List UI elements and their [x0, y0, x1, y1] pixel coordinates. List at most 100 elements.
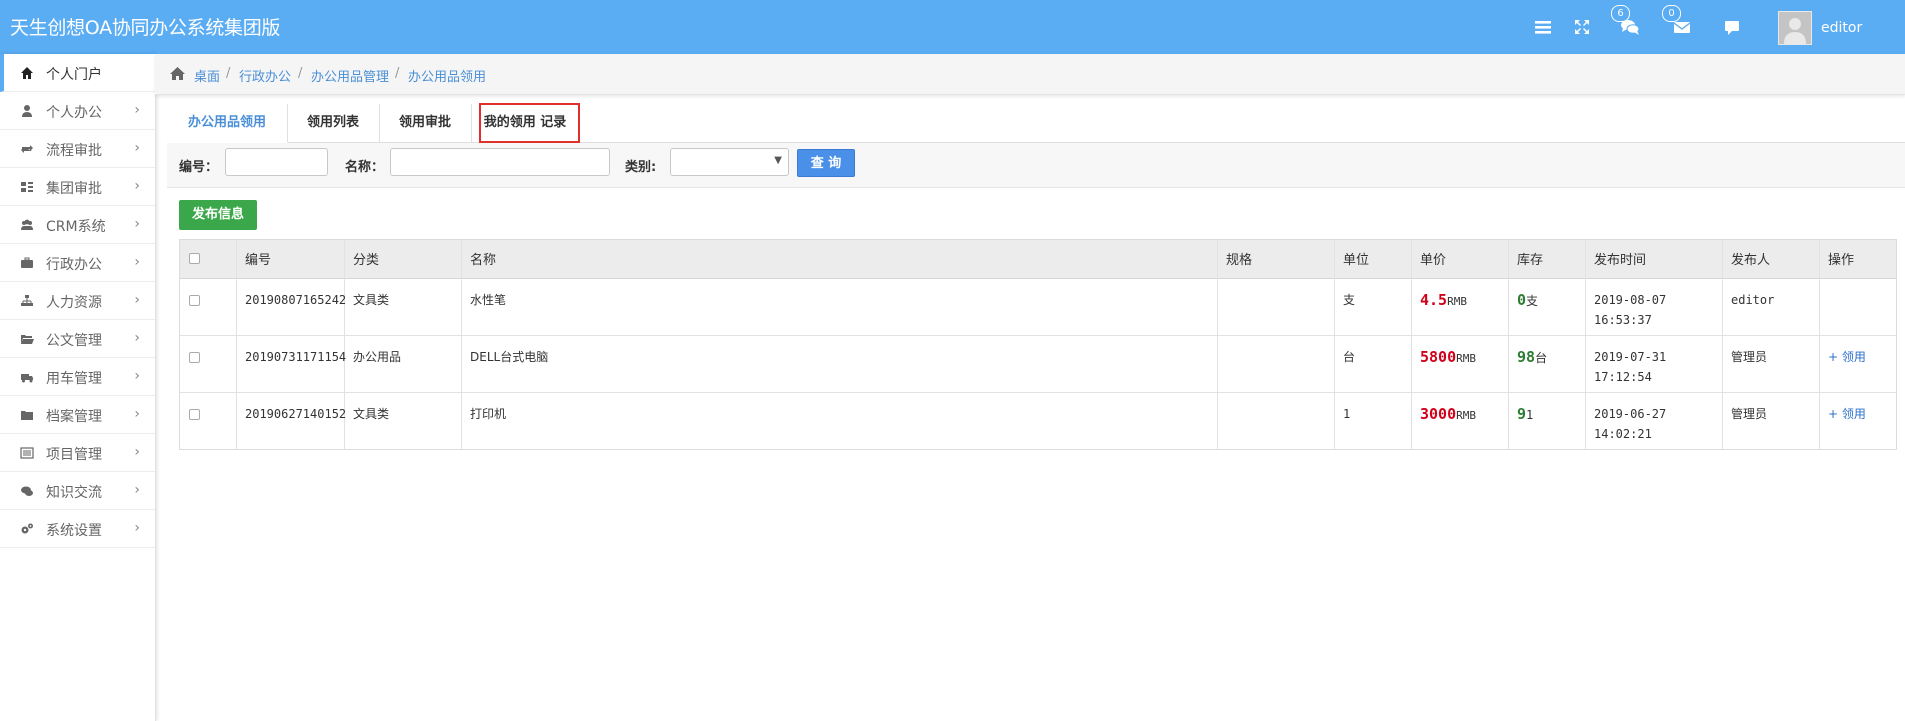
sidebar: 个人门户 个人办公 › 流程审批 › 集团审批 › CRM系统 › 行政办公 ›	[0, 54, 156, 721]
sidebar-item-group-approval[interactable]: 集团审批 ›	[0, 168, 155, 206]
tab-requisition-approval[interactable]: 领用审批	[379, 104, 472, 142]
fullscreen-icon[interactable]	[1571, 16, 1593, 38]
header-publisher: 发布人	[1723, 240, 1820, 279]
header-action: 操作	[1820, 240, 1896, 279]
sidebar-item-archives[interactable]: 档案管理 ›	[0, 396, 155, 434]
sidebar-item-workflow[interactable]: 流程审批 ›	[0, 130, 155, 168]
category-select[interactable]: ▼	[670, 148, 789, 176]
breadcrumb-admin-office[interactable]: 行政办公	[239, 66, 291, 85]
mail-badge: 0	[1662, 5, 1681, 22]
avatar[interactable]	[1778, 11, 1812, 45]
row-checkbox-cell	[180, 393, 237, 449]
tab-supplies-requisition[interactable]: 办公用品领用	[167, 104, 288, 143]
cell-publish-time: 2019-08-07 16:53:37	[1586, 279, 1723, 335]
header-name: 名称	[462, 240, 1218, 279]
name-input[interactable]	[390, 148, 610, 176]
publish-button[interactable]: 发布信息	[179, 200, 257, 230]
cell-spec	[1218, 279, 1335, 335]
cell-price: 5800RMB	[1412, 336, 1509, 392]
tab-requisition-list[interactable]: 领用列表	[287, 104, 380, 142]
list-icon	[20, 447, 34, 459]
stock-unit: 1	[1526, 408, 1534, 422]
header-price: 单价	[1412, 240, 1509, 279]
requisition-link[interactable]: + 领用	[1828, 350, 1866, 364]
sidebar-item-label: 流程审批	[46, 143, 102, 159]
breadcrumb-supplies-requisition[interactable]: 办公用品领用	[408, 66, 486, 85]
chevron-right-icon: ›	[134, 178, 140, 194]
category-label: 类别:	[625, 160, 657, 175]
chevron-right-icon: ›	[134, 216, 140, 232]
cell-publisher: 管理员	[1723, 393, 1820, 449]
cell-code: 20190627140152	[237, 393, 346, 449]
grid-icon	[21, 182, 33, 192]
publish-clock: 14:02:21	[1594, 427, 1652, 441]
header-unit: 单位	[1335, 240, 1412, 279]
sidebar-item-vehicles[interactable]: 用车管理 ›	[0, 358, 155, 396]
chevron-right-icon: ›	[134, 406, 140, 422]
cell-action: + 领用	[1820, 393, 1896, 449]
cell-code: 20190807165242	[237, 279, 346, 335]
sidebar-item-personal-office[interactable]: 个人办公 ›	[0, 92, 155, 130]
sidebar-item-knowledge[interactable]: 知识交流 ›	[0, 472, 155, 510]
cell-spec	[1218, 336, 1335, 392]
price-value: 3000	[1420, 405, 1457, 423]
stock-value: 0	[1517, 291, 1527, 309]
sidebar-item-label: 用车管理	[46, 371, 102, 387]
publish-clock: 16:53:37	[1594, 313, 1652, 327]
cell-name: 打印机	[462, 393, 1218, 449]
chevron-right-icon: ›	[134, 444, 140, 460]
row-checkbox[interactable]	[189, 352, 200, 363]
stock-unit: 台	[1535, 351, 1548, 365]
app-root: 天生创想OA协同办公系统集团版 6 0 editor 个人门户 个人办公 › 流…	[0, 0, 1905, 721]
publish-date: 2019-08-07	[1594, 293, 1667, 307]
cell-name: 水性笔	[462, 279, 1218, 335]
cell-spec	[1218, 393, 1335, 449]
user-name[interactable]: editor	[1821, 20, 1862, 36]
home-icon[interactable]	[169, 66, 186, 81]
name-label: 名称：	[345, 160, 385, 175]
select-all-checkbox[interactable]	[189, 253, 200, 264]
sidebar-item-settings[interactable]: 系统设置 ›	[0, 510, 155, 548]
chevron-right-icon: ›	[134, 482, 140, 498]
requisition-link[interactable]: + 领用	[1828, 407, 1866, 421]
user-icon	[22, 105, 32, 117]
cell-stock: 0支	[1509, 279, 1586, 335]
sidebar-item-admin-office[interactable]: 行政办公 ›	[0, 244, 155, 282]
code-input[interactable]	[225, 148, 328, 176]
sidebar-item-hr[interactable]: 人力资源 ›	[0, 282, 155, 320]
cell-publish-time: 2019-07-31 17:12:54	[1586, 336, 1723, 392]
stock-value: 9	[1517, 405, 1527, 423]
folder-open-icon	[21, 335, 34, 344]
comment-icon[interactable]	[1721, 16, 1743, 38]
chevron-right-icon: ›	[134, 140, 140, 156]
tab-my-requisition-records[interactable]: 我的领用 记录	[471, 104, 580, 142]
supplies-table: 编号 分类 名称 规格 单位 单价 库存 发布时间 发布人 操作 2019080…	[179, 239, 1897, 450]
menu-icon[interactable]	[1532, 16, 1554, 38]
sidebar-item-label: 行政办公	[46, 257, 102, 273]
chevron-right-icon: ›	[134, 102, 140, 118]
cell-unit: 支	[1335, 279, 1412, 335]
briefcase-icon	[21, 257, 33, 268]
caret-down-icon: ▼	[774, 155, 782, 166]
breadcrumb-supplies-management[interactable]: 办公用品管理	[311, 66, 389, 85]
row-checkbox[interactable]	[189, 295, 200, 306]
cell-category: 文具类	[345, 393, 462, 449]
sidebar-item-projects[interactable]: 项目管理 ›	[0, 434, 155, 472]
cell-category: 办公用品	[345, 336, 462, 392]
row-checkbox[interactable]	[189, 409, 200, 420]
cell-stock: 98台	[1509, 336, 1586, 392]
code-label: 编号：	[179, 160, 219, 175]
query-button[interactable]: 查 询	[797, 149, 855, 177]
tab-bar: 办公用品领用 领用列表 领用审批 我的领用 记录	[167, 104, 1905, 143]
breadcrumb-desktop[interactable]: 桌面	[194, 66, 220, 85]
row-checkbox-cell	[180, 279, 237, 335]
users-icon	[21, 219, 33, 230]
sidebar-item-label: CRM系统	[46, 219, 106, 235]
chevron-right-icon: ›	[134, 254, 140, 270]
sidebar-item-documents[interactable]: 公文管理 ›	[0, 320, 155, 358]
sidebar-item-portal[interactable]: 个人门户	[0, 54, 155, 92]
chevron-right-icon: ›	[134, 292, 140, 308]
sidebar-item-label: 档案管理	[46, 409, 102, 425]
sidebar-item-crm[interactable]: CRM系统 ›	[0, 206, 155, 244]
price-value: 4.5	[1420, 291, 1448, 309]
